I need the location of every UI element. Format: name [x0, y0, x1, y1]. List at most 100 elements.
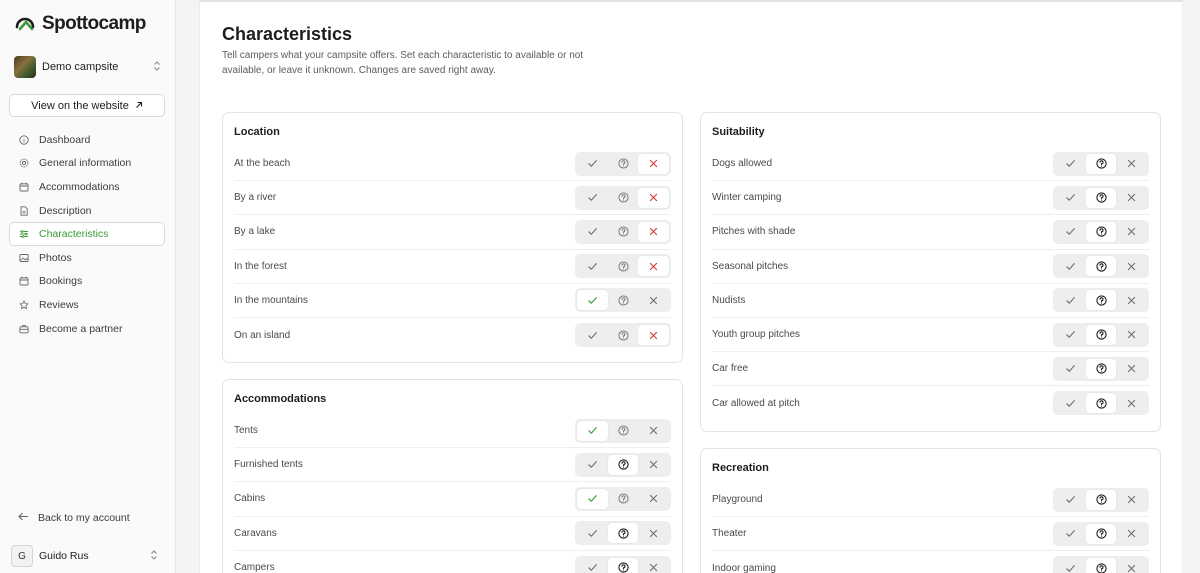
not-available-button[interactable] — [1116, 393, 1147, 413]
sidebar-item-accommodations[interactable]: Accommodations — [9, 175, 165, 199]
unknown-button[interactable] — [1085, 523, 1117, 544]
unknown-button[interactable] — [608, 325, 639, 345]
page-description: Tell campers what your campsite offers. … — [222, 50, 584, 76]
logo[interactable]: Spottocamp — [14, 12, 146, 36]
characteristic-row: Tents — [234, 414, 671, 449]
not-available-button[interactable] — [1116, 188, 1147, 208]
available-button[interactable] — [1055, 256, 1086, 276]
available-button[interactable] — [1055, 558, 1086, 573]
available-button[interactable] — [1055, 359, 1086, 379]
not-available-button[interactable] — [638, 325, 670, 346]
not-available-button[interactable] — [638, 523, 669, 543]
available-button[interactable] — [1055, 490, 1086, 510]
sidebar-item-label: Bookings — [39, 275, 83, 288]
close-icon — [648, 226, 659, 237]
available-button[interactable] — [577, 455, 608, 475]
available-button[interactable] — [577, 420, 608, 441]
sidebar-item-photos[interactable]: Photos — [9, 246, 165, 270]
sidebar-item-description[interactable]: Description — [9, 199, 165, 223]
sidebar-item-general-information[interactable]: General information — [9, 152, 165, 176]
question-icon — [1095, 226, 1107, 238]
available-button[interactable] — [1055, 188, 1086, 208]
available-button[interactable] — [1055, 290, 1086, 310]
sidebar-item-characteristics[interactable]: Characteristics — [9, 222, 165, 246]
unknown-button[interactable] — [607, 523, 639, 544]
characteristic-label: Car allowed at pitch — [712, 397, 800, 409]
sidebar-item-label: Description — [39, 204, 92, 217]
unknown-button[interactable] — [1085, 290, 1117, 311]
unknown-button[interactable] — [1085, 558, 1117, 573]
characteristic-row: Seasonal pitches — [712, 250, 1149, 284]
question-icon — [1095, 192, 1107, 203]
available-button[interactable] — [1055, 524, 1086, 544]
available-button[interactable] — [577, 523, 608, 543]
available-button[interactable] — [577, 188, 608, 208]
not-available-button[interactable] — [1116, 325, 1147, 345]
characteristic-label: Dogs allowed — [712, 158, 773, 170]
close-icon — [1126, 226, 1137, 237]
unknown-button[interactable] — [608, 154, 639, 174]
not-available-button[interactable] — [1116, 524, 1147, 544]
unknown-button[interactable] — [1085, 358, 1117, 379]
available-button[interactable] — [577, 488, 608, 509]
close-icon — [648, 158, 659, 169]
unknown-button[interactable] — [607, 557, 639, 573]
not-available-button[interactable] — [1116, 558, 1147, 573]
question-icon — [617, 158, 629, 169]
question-icon — [617, 329, 629, 341]
unknown-button[interactable] — [608, 489, 639, 509]
sidebar-item-reviews[interactable]: Reviews — [9, 293, 165, 317]
unknown-button[interactable] — [608, 290, 639, 310]
available-button[interactable] — [577, 222, 608, 242]
available-button[interactable] — [577, 290, 608, 311]
not-available-button[interactable] — [638, 558, 669, 573]
available-button[interactable] — [1055, 222, 1086, 242]
sidebar-item-bookings[interactable]: Bookings — [9, 270, 165, 294]
sidebar-item-become-a-partner[interactable]: Become a partner — [9, 317, 165, 341]
not-available-button[interactable] — [638, 153, 670, 174]
available-button[interactable] — [577, 558, 608, 573]
not-available-button[interactable] — [1116, 256, 1147, 276]
check-icon — [1065, 528, 1076, 539]
unknown-button[interactable] — [608, 222, 639, 242]
back-to-account-link[interactable]: Back to my account — [18, 512, 130, 524]
characteristic-label: Campers — [234, 562, 275, 573]
close-icon — [1126, 192, 1137, 203]
unknown-button[interactable] — [1085, 256, 1117, 277]
not-available-button[interactable] — [638, 290, 669, 310]
not-available-button[interactable] — [1116, 490, 1147, 510]
unknown-button[interactable] — [608, 188, 639, 208]
available-button[interactable] — [577, 325, 608, 345]
unknown-button[interactable] — [1085, 221, 1117, 242]
not-available-button[interactable] — [1116, 359, 1147, 379]
unknown-button[interactable] — [607, 454, 639, 475]
available-button[interactable] — [1055, 154, 1086, 174]
available-button[interactable] — [1055, 325, 1086, 345]
view-on-website-button[interactable]: View on the website — [9, 94, 165, 117]
user-menu[interactable]: G Guido Rus — [11, 545, 159, 567]
campsite-switcher[interactable]: Demo campsite — [14, 55, 162, 79]
not-available-button[interactable] — [638, 221, 670, 242]
not-available-button[interactable] — [1116, 222, 1147, 242]
not-available-button[interactable] — [638, 256, 670, 277]
not-available-button[interactable] — [638, 421, 669, 441]
unknown-button[interactable] — [608, 256, 639, 276]
unknown-button[interactable] — [1085, 489, 1117, 510]
unknown-button[interactable] — [1085, 393, 1117, 414]
available-button[interactable] — [1055, 393, 1086, 413]
not-available-button[interactable] — [1116, 290, 1147, 310]
unknown-button[interactable] — [1085, 153, 1117, 174]
available-button[interactable] — [577, 154, 608, 174]
not-available-button[interactable] — [638, 187, 670, 208]
not-available-button[interactable] — [638, 455, 669, 475]
unknown-button[interactable] — [1085, 187, 1117, 208]
characteristic-label: Pitches with shade — [712, 226, 796, 238]
unknown-button[interactable] — [1085, 324, 1117, 345]
not-available-button[interactable] — [1116, 154, 1147, 174]
availability-toggle — [1053, 185, 1149, 210]
sidebar-item-dashboard[interactable]: Dashboard — [9, 128, 165, 152]
unknown-button[interactable] — [608, 421, 639, 441]
question-icon — [617, 295, 629, 306]
available-button[interactable] — [577, 256, 608, 276]
not-available-button[interactable] — [638, 489, 669, 509]
